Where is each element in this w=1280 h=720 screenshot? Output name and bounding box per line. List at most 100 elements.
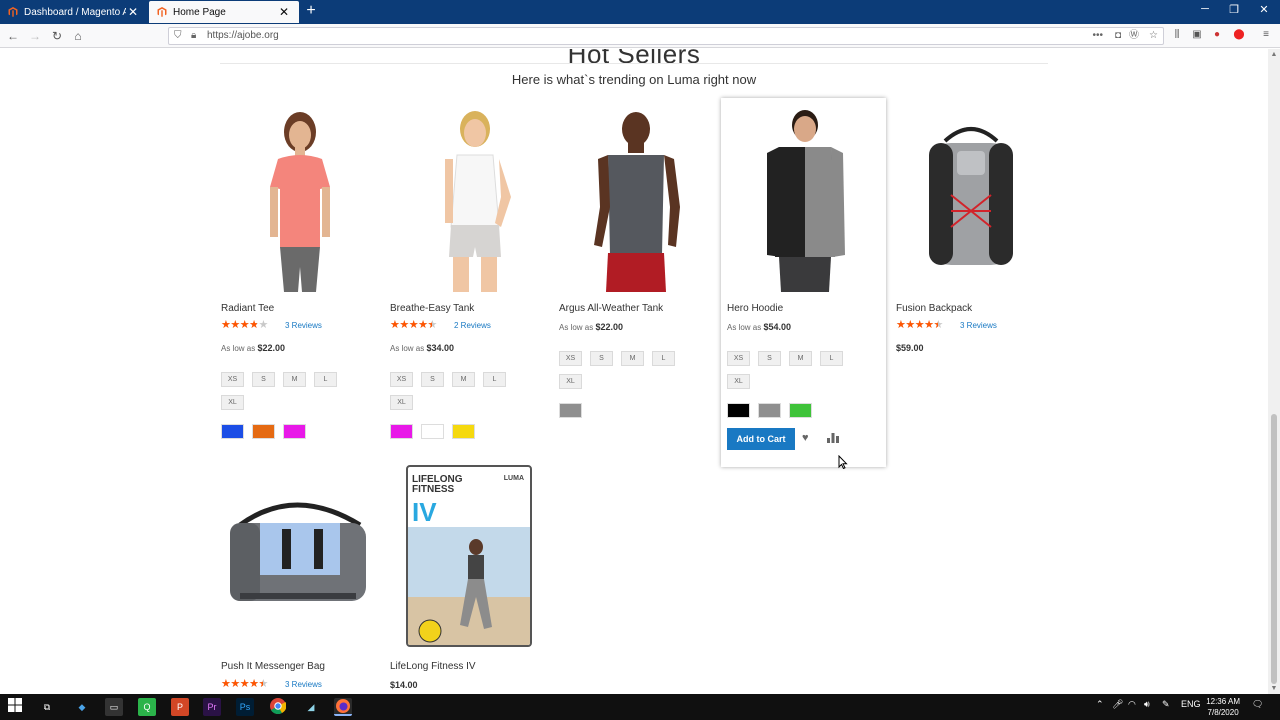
notification-icon[interactable]: 🗨︎ <box>1252 699 1263 710</box>
chrome-icon[interactable] <box>269 698 287 716</box>
product-card-lifelong-fitness-iv[interactable]: LIFELONG FITNESS IV LUMA LifeLong Fitnes… <box>389 465 549 694</box>
color-swatch[interactable] <box>252 424 275 439</box>
product-card-radiant-tee[interactable]: Radiant Tee ★★★★★★★★★★ 3 Reviews As low … <box>220 107 380 447</box>
scrollbar-thumb[interactable] <box>1271 414 1277 684</box>
page-actions-icon[interactable]: ••• <box>1092 28 1103 44</box>
product-card-hero-hoodie[interactable]: Hero Hoodie As low as $54.00 XS S M L XL Add… <box>721 98 886 467</box>
app-icon[interactable]: ◆ <box>73 698 91 716</box>
color-swatch[interactable] <box>421 424 444 439</box>
size-option-xl[interactable]: XL <box>559 374 582 389</box>
size-option-xs[interactable]: XS <box>559 351 582 366</box>
size-option-l[interactable]: L <box>652 351 675 366</box>
product-card-push-it-messenger-bag[interactable]: Push It Messenger Bag ★★★★★★★★★★ 3 Revie… <box>220 465 380 694</box>
terminal-icon[interactable]: ▭ <box>105 698 123 716</box>
size-option-xs[interactable]: XS <box>727 351 750 366</box>
size-option-xl[interactable]: XL <box>221 395 244 410</box>
product-name[interactable]: LifeLong Fitness IV <box>390 661 476 672</box>
wordpress-icon[interactable]: Ⓦ <box>1129 28 1139 44</box>
product-image[interactable] <box>389 107 539 292</box>
close-icon[interactable]: ✕ <box>126 5 140 19</box>
firefox-icon[interactable] <box>334 698 352 716</box>
size-option-l[interactable]: L <box>314 372 337 387</box>
size-option-s[interactable]: S <box>590 351 613 366</box>
reviews-link[interactable]: 3 Reviews <box>960 321 997 330</box>
size-option-xl[interactable]: XL <box>727 374 750 389</box>
product-name[interactable]: Fusion Backpack <box>896 303 972 314</box>
tray-chevron-icon[interactable]: ⌃ <box>1096 699 1104 710</box>
color-swatch[interactable] <box>283 424 306 439</box>
product-image[interactable] <box>220 107 370 292</box>
product-name[interactable]: Hero Hoodie <box>727 303 783 314</box>
size-option-s[interactable]: S <box>252 372 275 387</box>
forward-icon[interactable]: → <box>26 27 44 45</box>
color-swatch[interactable] <box>559 403 582 418</box>
close-window-icon[interactable]: ✕ <box>1254 3 1274 16</box>
url-bar[interactable]: ⛉ 🔒︎ https://ajobe.org ••• ◘ Ⓦ ☆ <box>168 27 1164 45</box>
product-image[interactable] <box>220 465 370 650</box>
task-view-icon[interactable]: ⧉ <box>38 698 56 716</box>
size-option-xs[interactable]: XS <box>221 372 244 387</box>
color-swatch[interactable] <box>789 403 812 418</box>
close-icon[interactable]: ✕ <box>277 5 291 19</box>
color-swatch[interactable] <box>221 424 244 439</box>
product-card-fusion-backpack[interactable]: Fusion Backpack ★★★★★★★★★★ 3 Reviews $59… <box>895 107 1055 357</box>
reviews-link[interactable]: 3 Reviews <box>285 321 322 330</box>
home-icon[interactable]: ⌂ <box>69 27 87 45</box>
app-icon[interactable]: Q <box>138 698 156 716</box>
scroll-down-icon[interactable]: ▼ <box>1268 685 1280 692</box>
product-name[interactable]: Argus All-Weather Tank <box>559 303 663 314</box>
vertical-scrollbar[interactable]: ▲ ▼ <box>1268 49 1280 694</box>
product-image[interactable]: LIFELONG FITNESS IV LUMA <box>406 465 532 647</box>
new-tab-icon[interactable]: + <box>302 2 320 20</box>
color-swatch[interactable] <box>390 424 413 439</box>
size-option-l[interactable]: L <box>820 351 843 366</box>
volume-icon[interactable]: 🔊︎ <box>1144 699 1150 710</box>
size-option-xl[interactable]: XL <box>390 395 413 410</box>
app-icon[interactable]: ◢ <box>302 698 320 716</box>
minimize-icon[interactable]: ─ <box>1195 3 1215 15</box>
size-option-m[interactable]: M <box>452 372 475 387</box>
sidebar-icon[interactable]: ▣ <box>1190 28 1204 42</box>
adblock-icon[interactable]: ⬤ <box>1232 28 1246 42</box>
back-icon[interactable]: ← <box>4 27 22 45</box>
reviews-link[interactable]: 3 Reviews <box>285 680 322 689</box>
wifi-icon[interactable]: ◠ <box>1128 699 1136 710</box>
reload-icon[interactable]: ↻ <box>48 27 66 45</box>
shield-icon[interactable]: ⛉ <box>174 28 182 44</box>
extension-icon[interactable]: ● <box>1210 28 1224 42</box>
product-image[interactable] <box>895 107 1045 292</box>
premiere-icon[interactable]: Pr <box>203 698 221 716</box>
product-image[interactable] <box>558 107 708 292</box>
library-icon[interactable]: ⫼ <box>1170 28 1184 42</box>
size-option-s[interactable]: S <box>421 372 444 387</box>
powerpoint-icon[interactable]: P <box>171 698 189 716</box>
microphone-icon[interactable]: 🎤︎ <box>1112 699 1123 710</box>
size-option-s[interactable]: S <box>758 351 781 366</box>
lock-icon[interactable]: 🔒︎ <box>191 28 196 44</box>
photoshop-icon[interactable]: Ps <box>236 698 254 716</box>
windows-start-icon[interactable] <box>6 698 24 716</box>
color-swatch[interactable] <box>758 403 781 418</box>
product-name[interactable]: Radiant Tee <box>221 303 274 314</box>
size-option-l[interactable]: L <box>483 372 506 387</box>
reviews-link[interactable]: 2 Reviews <box>454 321 491 330</box>
color-swatch[interactable] <box>727 403 750 418</box>
size-option-xs[interactable]: XS <box>390 372 413 387</box>
clock[interactable]: 12:36 AM 7/8/2020 <box>1206 696 1240 718</box>
bookmark-star-icon[interactable]: ☆ <box>1149 28 1158 44</box>
size-option-m[interactable]: M <box>283 372 306 387</box>
color-swatch[interactable] <box>452 424 475 439</box>
add-to-cart-button[interactable]: Add to Cart <box>727 428 795 450</box>
product-name[interactable]: Breathe-Easy Tank <box>390 303 474 314</box>
product-card-argus-all-weather-tank[interactable]: Argus All-Weather Tank As low as $22.00 … <box>558 107 718 427</box>
product-card-breathe-easy-tank[interactable]: Breathe-Easy Tank ★★★★★★★★★★ 2 Reviews A… <box>389 107 549 447</box>
tab-magento-admin[interactable]: Dashboard / Magento Admin ✕ <box>0 1 148 23</box>
pen-icon[interactable]: ✎ <box>1162 699 1170 710</box>
wishlist-heart-icon[interactable]: ♥ <box>802 432 809 444</box>
compare-chart-icon[interactable] <box>827 432 839 446</box>
scroll-up-icon[interactable]: ▲ <box>1268 51 1280 58</box>
menu-icon[interactable]: ≡ <box>1259 28 1273 42</box>
size-option-m[interactable]: M <box>621 351 644 366</box>
tab-home-page[interactable]: Home Page ✕ <box>149 1 299 23</box>
pocket-icon[interactable]: ◘ <box>1115 28 1121 44</box>
